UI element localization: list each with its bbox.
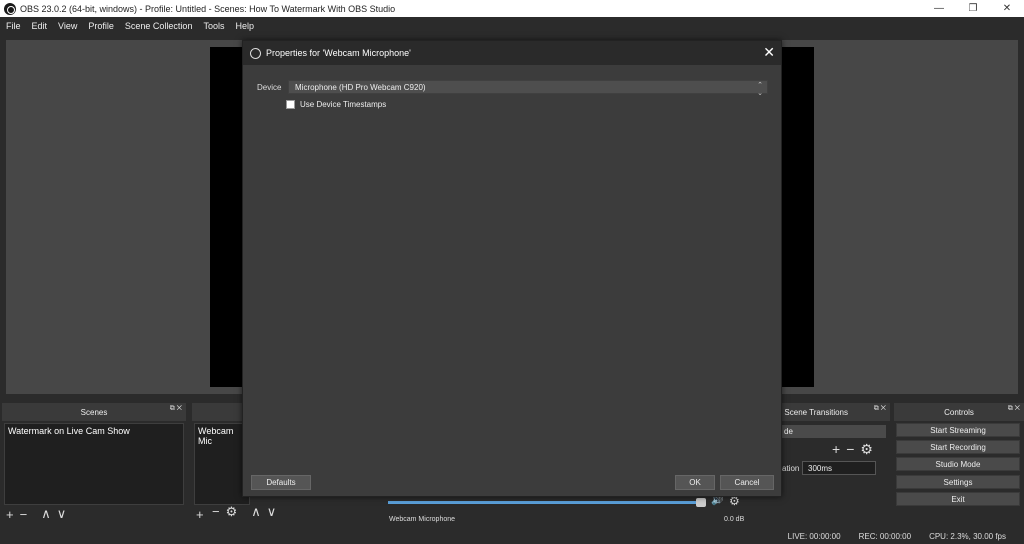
scenes-dock-header: Scenes ⧉ ✕ — [2, 403, 186, 421]
menu-edit[interactable]: Edit — [26, 21, 53, 31]
close-icon[interactable]: ✕ — [763, 44, 775, 61]
checkbox-box[interactable] — [286, 100, 295, 109]
audio-mixer: 🔊 ⚙ Webcam Microphone 0.0 dB — [384, 494, 760, 523]
menu-profile[interactable]: Profile — [82, 21, 119, 31]
list-item[interactable]: Watermark on Live Cam Show — [5, 424, 183, 438]
start-streaming-button[interactable]: Start Streaming — [896, 423, 1020, 437]
add-icon[interactable]: + — [6, 507, 14, 522]
list-item[interactable]: Webcam Mic — [195, 424, 249, 448]
use-device-timestamps-checkbox[interactable]: Use Device Timestamps — [286, 100, 386, 109]
use-device-timestamps-label: Use Device Timestamps — [300, 100, 387, 109]
add-icon[interactable]: + — [832, 441, 840, 458]
menu-file[interactable]: File — [0, 21, 26, 31]
mixer-level: 0.0 dB — [724, 516, 745, 523]
scenes-dock: Scenes ⧉ ✕ Watermark on Live Cam Show + … — [2, 403, 186, 523]
sources-toolbar-rest: − ⚙ ∧ ∨ — [212, 504, 276, 520]
gear-icon[interactable]: ⚙ — [860, 441, 873, 458]
settings-button[interactable]: Settings — [896, 475, 1020, 489]
scenes-list[interactable]: Watermark on Live Cam Show — [4, 423, 184, 505]
device-label: Device — [257, 83, 282, 92]
obs-logo-icon — [250, 47, 261, 59]
window-titlebar: OBS 23.0.2 (64-bit, windows) - Profile: … — [0, 0, 1024, 17]
volume-slider-handle[interactable] — [696, 498, 706, 507]
minimize-button[interactable]: — — [922, 0, 956, 17]
dock-float-icon[interactable]: ⧉ — [170, 405, 175, 412]
menu-scene-collection[interactable]: Scene Collection — [119, 21, 198, 31]
maximize-button[interactable]: ❐ — [956, 0, 990, 17]
window-close-button[interactable]: ✕ — [990, 0, 1024, 17]
sources-toolbar: + — [196, 507, 204, 522]
status-bar: LIVE: 00:00:00 REC: 00:00:00 CPU: 2.3%, … — [0, 529, 1024, 544]
remove-icon[interactable]: − — [846, 441, 854, 458]
volume-slider[interactable] — [388, 501, 706, 504]
transitions-dock: Scene Transitions ⧉ ✕ de + − ⚙ ation 300… — [770, 403, 890, 523]
window-title: OBS 23.0.2 (64-bit, windows) - Profile: … — [20, 3, 396, 14]
transitions-dock-header: Scene Transitions ⧉ ✕ — [770, 403, 890, 421]
mixer-source-label: Webcam Microphone — [389, 516, 456, 523]
studio-mode-button[interactable]: Studio Mode — [896, 457, 1020, 471]
dialog-titlebar: Properties for 'Webcam Microphone' ✕ — [243, 41, 781, 65]
rec-status: REC: 00:00:00 — [858, 532, 912, 541]
menu-tools[interactable]: Tools — [197, 21, 229, 31]
cancel-button[interactable]: Cancel — [720, 475, 774, 490]
duration-spinbox[interactable]: 300ms — [802, 461, 876, 475]
scenes-dock-title: Scenes — [80, 407, 108, 417]
ok-button[interactable]: OK — [675, 475, 715, 490]
remove-icon[interactable]: − — [212, 504, 220, 520]
add-icon[interactable]: + — [196, 507, 204, 522]
cpu-status: CPU: 2.3%, 30.00 fps — [929, 532, 1006, 541]
menu-bar: File Edit View Profile Scene Collection … — [0, 17, 1024, 34]
transitions-dock-title: Scene Transitions — [784, 407, 848, 417]
defaults-button[interactable]: Defaults — [251, 475, 311, 490]
move-down-icon[interactable]: ∨ — [267, 504, 277, 520]
chevron-updown-icon: ⌃ ⌄ — [757, 82, 763, 97]
move-up-icon[interactable]: ∧ — [251, 504, 261, 520]
dock-close-icon[interactable]: ✕ — [1015, 405, 1020, 412]
controls-dock-header: Controls ⧉ ✕ — [894, 403, 1024, 421]
device-select[interactable]: Microphone (HD Pro Webcam C920) ⌃ ⌄ — [288, 80, 768, 97]
exit-button[interactable]: Exit — [896, 492, 1020, 506]
dock-float-icon[interactable]: ⧉ — [1008, 405, 1013, 412]
obs-logo-icon — [4, 2, 16, 15]
gear-icon[interactable]: ⚙ — [226, 504, 238, 520]
start-recording-button[interactable]: Start Recording — [896, 440, 1020, 454]
dock-close-icon[interactable]: ✕ — [881, 405, 886, 412]
controls-dock: Controls ⧉ ✕ Start Streaming Start Recor… — [894, 403, 1024, 523]
menu-help[interactable]: Help — [229, 21, 259, 31]
live-status: LIVE: 00:00:00 — [787, 532, 841, 541]
transition-select[interactable]: de — [782, 425, 886, 438]
remove-icon[interactable]: − — [20, 507, 28, 522]
move-down-icon[interactable]: ∨ — [57, 506, 67, 522]
dialog-title: Properties for 'Webcam Microphone' — [266, 48, 411, 58]
duration-label: ation — [782, 464, 800, 473]
scenes-toolbar: + − ∧ ∨ — [6, 506, 67, 522]
window-controls: — ❐ ✕ — [922, 0, 1024, 17]
controls-dock-title: Controls — [944, 407, 974, 417]
move-up-icon[interactable]: ∧ — [41, 506, 51, 522]
menu-view[interactable]: View — [52, 21, 82, 31]
properties-dialog: Properties for 'Webcam Microphone' ✕ Dev… — [242, 40, 782, 497]
dock-float-icon[interactable]: ⧉ — [874, 405, 879, 412]
dock-close-icon[interactable]: ✕ — [177, 405, 182, 412]
